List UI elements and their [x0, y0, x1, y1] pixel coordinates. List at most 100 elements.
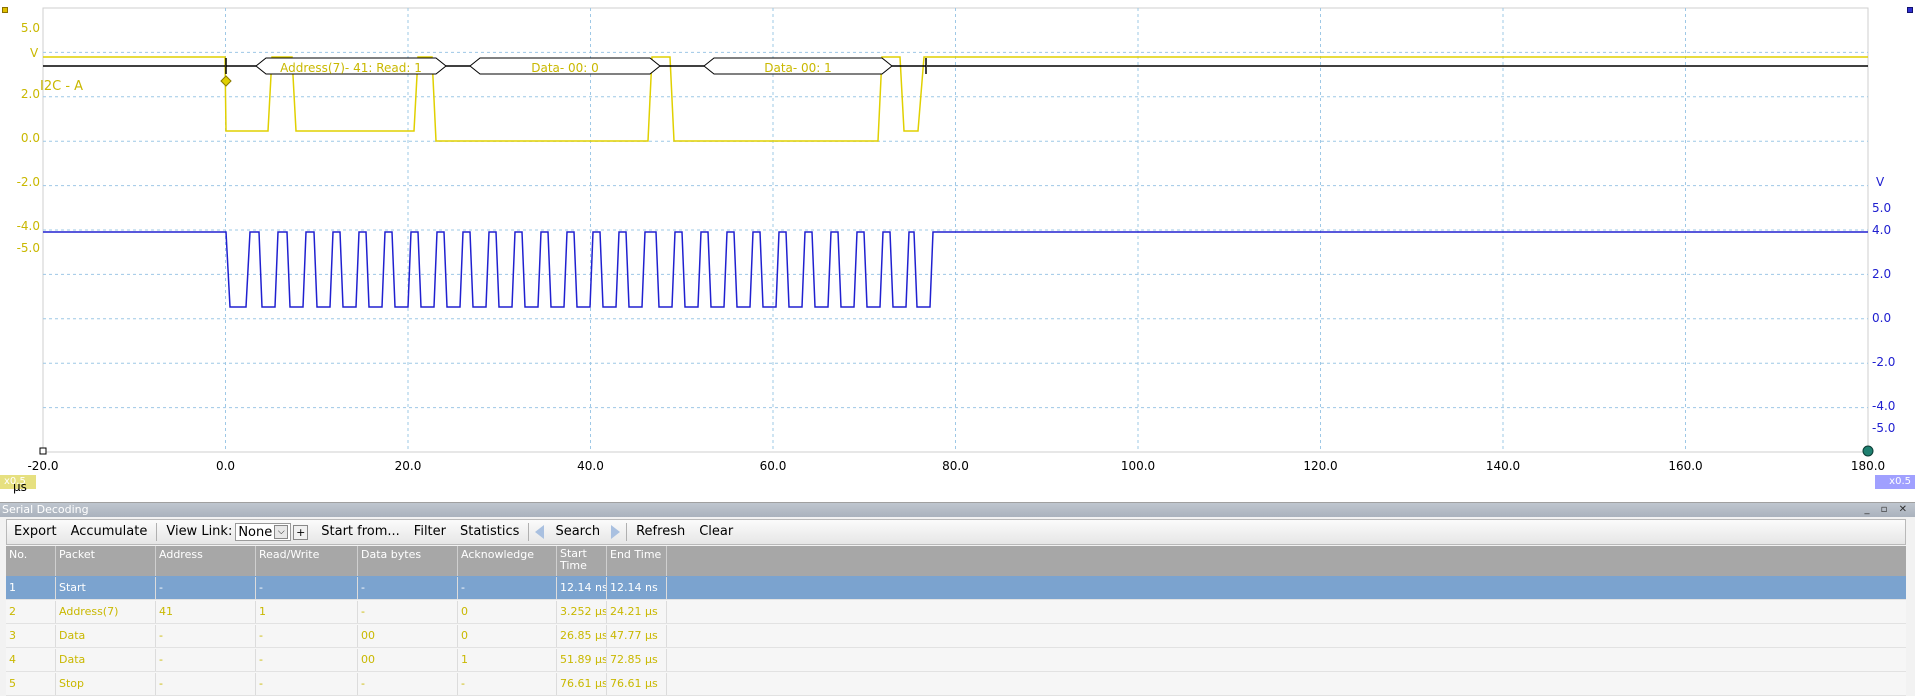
cell-address: -: [156, 648, 256, 671]
cell-address: -: [156, 624, 256, 647]
cell-acknowledge: 0: [458, 600, 557, 623]
decode-packet-label: Data- 00: 0: [531, 61, 599, 75]
column-header-read-write[interactable]: Read/Write: [256, 546, 358, 576]
toolbar-divider: [528, 523, 530, 541]
cell-address: 41: [156, 600, 256, 623]
channel-a-tick-label: 5.0: [21, 21, 40, 35]
window-buttons-icon[interactable]: _ ▫ ✕: [1864, 503, 1911, 517]
cell-no: 4: [6, 648, 56, 671]
cell-data-bytes: -: [358, 576, 458, 599]
search-next-icon[interactable]: [611, 525, 621, 539]
view-link-label: View Link:: [166, 524, 233, 539]
channel-b-marker-icon[interactable]: [1907, 7, 1913, 13]
cell-end-time: 47.77 μs: [607, 624, 667, 647]
search-button[interactable]: Search: [548, 520, 607, 544]
cell-acknowledge: 0: [458, 624, 557, 647]
channel-b-tick-label: -2.0: [1872, 355, 1895, 369]
table-row[interactable]: 2 Address(7) 41 1-0 3.252 μs 24.21 μs: [6, 600, 1906, 624]
time-tick-label: 20.0: [395, 459, 422, 473]
column-header-end-time[interactable]: End Time: [607, 546, 667, 576]
refresh-button[interactable]: Refresh: [629, 520, 692, 544]
scope-plot[interactable]: -20.0 0.0 20.0 40.0 60.0 80.0 100.0 120.0 140.0 1…: [0, 0, 1915, 500]
column-header-data-bytes[interactable]: Data bytes: [358, 546, 458, 576]
cell-start-time: 76.61 μs: [557, 672, 607, 695]
cell-acknowledge: -: [458, 576, 557, 599]
toolbar-divider: [156, 523, 158, 541]
time-tick-label: 160.0: [1668, 459, 1702, 473]
start-from-button[interactable]: Start from...: [314, 520, 407, 544]
panel-title-bar: Serial Decoding _ ▫ ✕: [0, 503, 1915, 517]
statistics-button[interactable]: Statistics: [453, 520, 526, 544]
cell-start-time: 51.89 μs: [557, 648, 607, 671]
column-header-packet[interactable]: Packet: [56, 546, 156, 576]
cell-end-time: 72.85 μs: [607, 648, 667, 671]
channel-b-tick-label: 2.0: [1872, 267, 1891, 281]
channel-b-unit-label: V: [1876, 175, 1885, 189]
clear-button[interactable]: Clear: [692, 520, 740, 544]
cell-data-bytes: 00: [358, 624, 458, 647]
cell-no: 5: [6, 672, 56, 695]
view-link-value: None: [238, 524, 273, 540]
table-body: 1 Start - - - -12.14 ns 12.14 ns 2 Address(7) 41 1…: [6, 576, 1906, 696]
column-header-acknowledge[interactable]: Acknowledge: [458, 546, 557, 576]
time-tick-label: 80.0: [942, 459, 969, 473]
scope-view[interactable]: -20.0 0.0 20.0 40.0 60.0 80.0 100.0 120.0 140.0 1…: [0, 0, 1915, 500]
channel-b-scale-tag[interactable]: x0.5: [1875, 475, 1915, 489]
channel-b-tick-label: 0.0: [1872, 311, 1891, 325]
cell-no: 3: [6, 624, 56, 647]
cell-read-write: 1: [256, 600, 358, 623]
column-header-start-time[interactable]: Start Time: [557, 546, 607, 576]
filter-button[interactable]: Filter: [407, 520, 453, 544]
time-unit-label: μs: [13, 480, 27, 494]
search-previous-icon[interactable]: [535, 525, 545, 539]
toolbar-divider: [626, 523, 628, 541]
table-row[interactable]: 1 Start - - - -12.14 ns 12.14 ns: [6, 576, 1906, 600]
channel-a-tick-label: -2.0: [17, 175, 40, 189]
channel-a-name-label: I2C - A: [40, 79, 83, 94]
cell-acknowledge: -: [458, 672, 557, 695]
cell-start-time: 3.252 μs: [557, 600, 607, 623]
cell-start-time: 26.85 μs: [557, 624, 607, 647]
channel-a-tick-label: 0.0: [21, 131, 40, 145]
cell-no: 2: [6, 600, 56, 623]
cell-end-time: 12.14 ns: [607, 576, 667, 599]
cell-read-write: -: [256, 648, 358, 671]
panel-title: Serial Decoding: [2, 503, 89, 516]
chevron-down-icon[interactable]: ⌵: [274, 525, 289, 539]
column-header-address[interactable]: Address: [156, 546, 256, 576]
table-row[interactable]: 3 Data - -00 0 26.85 μs 47.77 μs: [6, 624, 1906, 648]
add-link-button[interactable]: +: [293, 524, 309, 540]
cell-end-time: 76.61 μs: [607, 672, 667, 695]
trigger-marker-icon[interactable]: [39, 447, 47, 455]
cell-read-write: -: [256, 672, 358, 695]
table-row[interactable]: 4 Data - -00 1 51.89 μs 72.85 μs: [6, 648, 1906, 672]
channel-a-marker-icon[interactable]: [2, 7, 8, 13]
accumulate-button[interactable]: Accumulate: [64, 520, 155, 544]
cell-packet: Start: [56, 576, 156, 599]
cell-packet: Stop: [56, 672, 156, 695]
channel-b-tick-label: 5.0: [1872, 201, 1891, 215]
time-tick-label: 140.0: [1486, 459, 1520, 473]
time-tick-label: 60.0: [760, 459, 787, 473]
cell-packet: Data: [56, 648, 156, 671]
time-tick-label: 0.0: [216, 459, 235, 473]
decode-packet-label: Data- 00: 1: [764, 61, 832, 75]
cell-read-write: -: [256, 576, 358, 599]
column-header-no[interactable]: No.: [6, 546, 56, 576]
decoding-table[interactable]: No. Packet Address Read/Write Data bytes…: [6, 546, 1906, 697]
time-cursor-handle-icon[interactable]: [1862, 445, 1874, 457]
table-row[interactable]: 5 Stop - - - -76.61 μs 76.61 μs: [6, 672, 1906, 696]
view-link-select[interactable]: None ⌵: [235, 523, 292, 541]
cell-read-write: -: [256, 624, 358, 647]
cell-address: -: [156, 672, 256, 695]
time-tick-label: 180.0: [1851, 459, 1885, 473]
cell-acknowledge: 1: [458, 648, 557, 671]
cell-data-bytes: 00: [358, 648, 458, 671]
channel-b-tick-label: 4.0: [1872, 223, 1891, 237]
cell-data-bytes: -: [358, 672, 458, 695]
start-diamond-icon[interactable]: [220, 75, 232, 87]
export-button[interactable]: Export: [7, 520, 64, 544]
channel-b-tick-label: -4.0: [1872, 399, 1895, 413]
channel-a-tick-label: -5.0: [17, 241, 40, 255]
table-header: No. Packet Address Read/Write Data bytes…: [6, 546, 1906, 576]
